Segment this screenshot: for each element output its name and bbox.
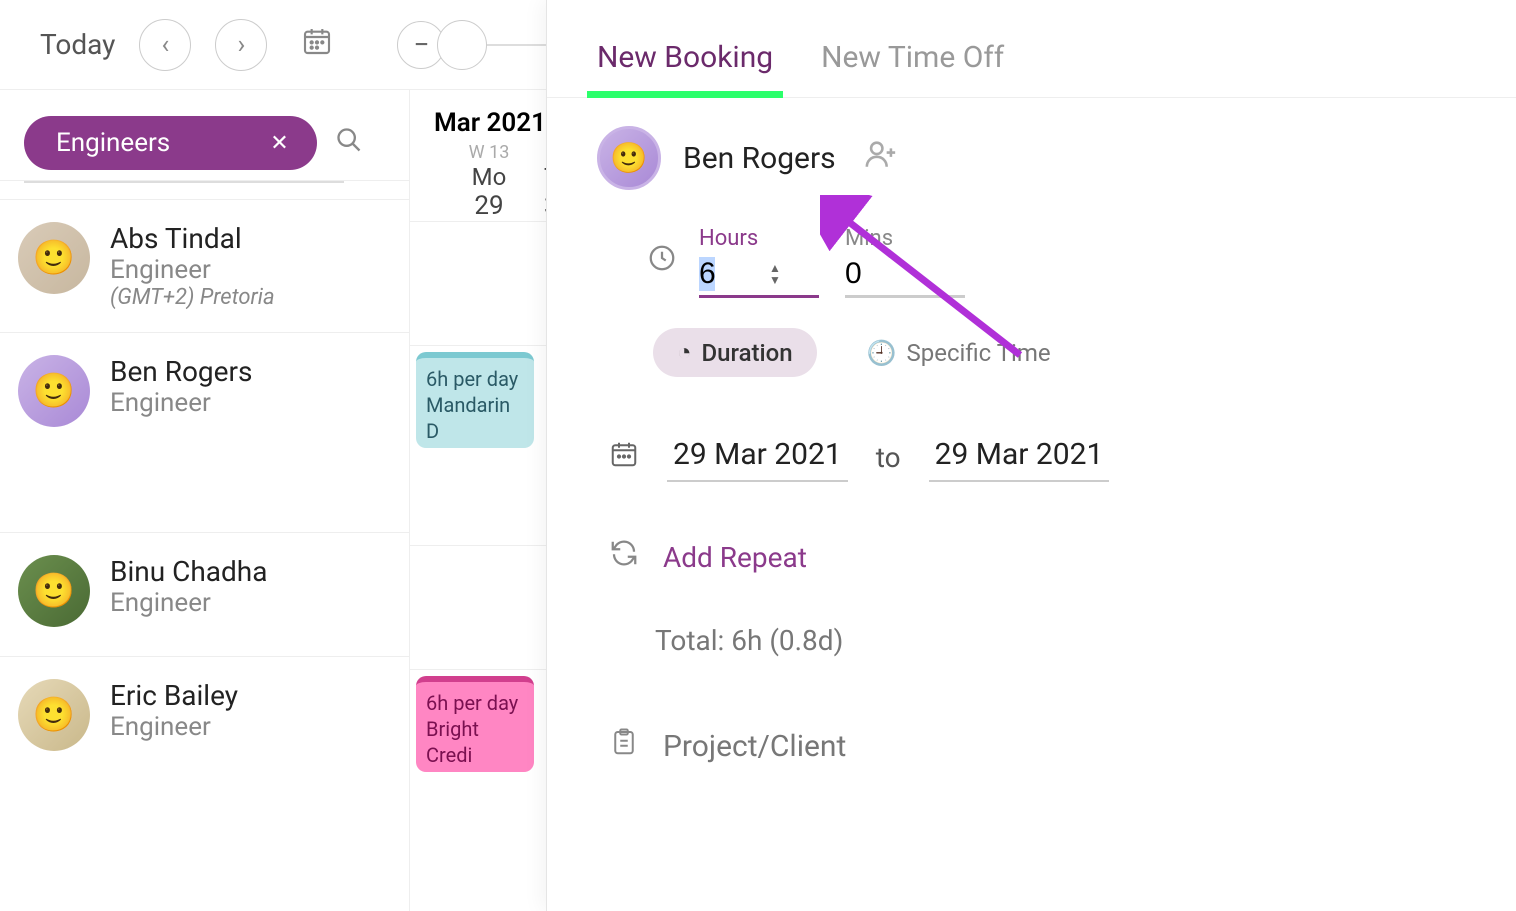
person-role: Engineer bbox=[110, 255, 275, 285]
assignee-avatar[interactable]: 🙂 bbox=[597, 126, 661, 190]
mode-duration-pill[interactable]: ◔ Duration bbox=[653, 328, 817, 377]
avatar: 🙂 bbox=[18, 355, 90, 427]
calendar-icon[interactable] bbox=[301, 25, 333, 65]
clock-icon: 🕘 bbox=[867, 339, 897, 367]
duration-icon: ◔ bbox=[677, 338, 692, 367]
date-from-input[interactable]: 29 Mar 2021 bbox=[667, 433, 848, 482]
filter-chip-label: Engineers bbox=[56, 128, 170, 158]
project-client-field[interactable]: Project/Client bbox=[663, 729, 846, 764]
calendar-icon bbox=[609, 439, 639, 476]
mode-specific-pill[interactable]: 🕘 Specific Time bbox=[843, 329, 1075, 377]
total-label: Total: 6h (0.8d) bbox=[597, 624, 1466, 657]
clipboard-icon bbox=[609, 727, 639, 765]
prev-button[interactable]: ‹ bbox=[139, 19, 191, 71]
person-name: Ben Rogers bbox=[110, 355, 252, 388]
person-row[interactable]: 🙂 Abs Tindal Engineer (GMT+2) Pretoria bbox=[0, 199, 409, 332]
person-row[interactable]: 🙂 Ben Rogers Engineer bbox=[0, 332, 409, 532]
person-timezone: (GMT+2) Pretoria bbox=[110, 285, 275, 310]
hours-label: Hours bbox=[699, 226, 819, 251]
person-row[interactable]: 🙂 Eric Bailey Engineer bbox=[0, 656, 409, 780]
repeat-icon bbox=[609, 538, 639, 576]
avatar: 🙂 bbox=[18, 555, 90, 627]
booking-hours: 6h per day bbox=[426, 366, 524, 392]
booking-block[interactable]: 6h per dayBright Credi bbox=[416, 676, 534, 772]
date-to-input[interactable]: 29 Mar 2021 bbox=[929, 433, 1110, 482]
tab-new-booking[interactable]: New Booking bbox=[597, 40, 773, 97]
chevron-left-icon: ‹ bbox=[161, 30, 169, 60]
person-role: Engineer bbox=[110, 388, 252, 418]
mins-label: Mins bbox=[845, 226, 965, 251]
person-role: Engineer bbox=[110, 588, 267, 618]
add-repeat-link[interactable]: Add Repeat bbox=[663, 541, 807, 574]
zoom-slider[interactable]: − bbox=[397, 20, 547, 70]
week-label: W 13 bbox=[434, 142, 544, 163]
person-name: Eric Bailey bbox=[110, 679, 238, 712]
mode-duration-label: Duration bbox=[702, 339, 793, 367]
avatar: 🙂 bbox=[18, 222, 90, 294]
day-number: 29 bbox=[434, 191, 544, 221]
to-label: to bbox=[876, 441, 901, 474]
avatar: 🙂 bbox=[18, 679, 90, 751]
zoom-track bbox=[487, 44, 547, 46]
booking-title: Mandarin D bbox=[426, 392, 524, 444]
booking-block[interactable]: 6h per dayMandarin D bbox=[416, 352, 534, 448]
mins-input[interactable] bbox=[845, 257, 915, 291]
filter-chip-engineers[interactable]: Engineers ✕ bbox=[24, 116, 317, 170]
zoom-handle[interactable] bbox=[437, 20, 487, 70]
close-icon[interactable]: ✕ bbox=[270, 131, 288, 156]
next-button[interactable]: › bbox=[215, 19, 267, 71]
day-of-week: Mo bbox=[434, 163, 544, 191]
booking-panel: New Booking New Time Off 🙂 Ben Rogers Ho… bbox=[546, 0, 1516, 911]
add-person-icon[interactable] bbox=[864, 137, 898, 179]
people-list: 🙂 Abs Tindal Engineer (GMT+2) Pretoria 🙂… bbox=[0, 199, 409, 911]
clock-icon bbox=[647, 243, 677, 281]
search-icon[interactable] bbox=[335, 126, 363, 161]
hours-stepper[interactable]: ▲▼ bbox=[769, 262, 781, 286]
divider bbox=[24, 181, 344, 183]
today-button[interactable]: Today bbox=[40, 28, 115, 61]
person-row[interactable]: 🙂 Binu Chadha Engineer bbox=[0, 532, 409, 656]
person-role: Engineer bbox=[110, 712, 238, 742]
sidebar: Engineers ✕ 🙂 Abs Tindal Engineer (GMT+2… bbox=[0, 90, 410, 911]
mode-specific-label: Specific Time bbox=[907, 339, 1051, 367]
assignee-name: Ben Rogers bbox=[683, 141, 836, 176]
booking-hours: 6h per day bbox=[426, 690, 524, 716]
person-name: Binu Chadha bbox=[110, 555, 267, 588]
booking-title: Bright Credi bbox=[426, 716, 524, 768]
person-name: Abs Tindal bbox=[110, 222, 275, 255]
tab-new-timeoff[interactable]: New Time Off bbox=[821, 40, 1004, 97]
chevron-right-icon: › bbox=[237, 30, 245, 60]
hours-input[interactable] bbox=[699, 257, 769, 291]
